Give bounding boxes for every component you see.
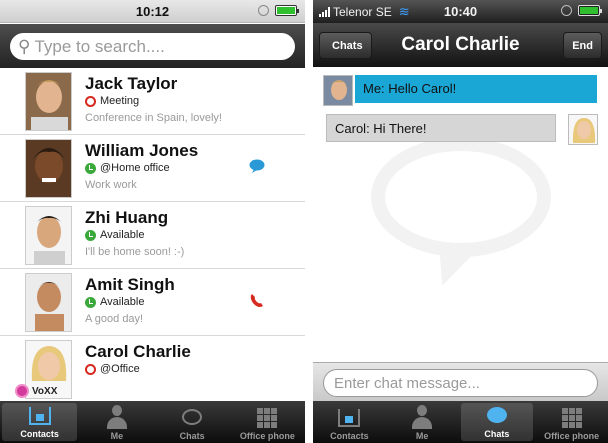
tab-label: Me — [415, 431, 429, 441]
contact-message: Work work — [85, 179, 137, 191]
battery-icon — [578, 5, 602, 16]
contact-status: Available — [100, 229, 145, 241]
tab-contacts[interactable]: Contacts — [313, 401, 386, 443]
avatar — [568, 114, 598, 145]
tab-chats[interactable]: Chats — [155, 401, 230, 443]
busy-status-icon — [85, 363, 96, 375]
status-bar: Telenor SE ≋ 10:40 — [313, 0, 608, 23]
available-status-icon — [85, 229, 96, 241]
avatar — [25, 273, 72, 332]
contact-status: Available — [100, 296, 145, 308]
contact-name: William Jones — [85, 141, 199, 160]
contact-name: Carol Charlie — [85, 342, 191, 361]
tab-contacts[interactable]: Contacts — [2, 403, 78, 441]
avatar — [323, 75, 353, 106]
voxx-logo-icon — [15, 384, 29, 398]
contacts-screen: 10:12 ⚲ Jack Taylor Mee — [0, 0, 305, 443]
contact-status: @Office — [100, 363, 140, 375]
tab-bar: Contacts Me Chats Office phone — [313, 401, 608, 443]
chat-bubble-icon[interactable] — [249, 159, 265, 178]
message-bubble: Me: Hello Carol! — [355, 75, 597, 103]
avatar — [25, 206, 72, 265]
tab-office-phone[interactable]: Office phone — [535, 401, 608, 443]
battery-icon — [275, 5, 299, 16]
tab-label: Chats — [179, 431, 205, 441]
chat-screen: Telenor SE ≋ 10:40 Chats Carol Charlie E… — [313, 0, 608, 443]
contact-status: Meeting — [100, 95, 140, 107]
tab-me[interactable]: Me — [79, 401, 154, 443]
chat-message-input[interactable] — [323, 369, 598, 397]
contact-row[interactable]: William Jones @Home office Work work — [0, 135, 305, 202]
person-icon — [411, 405, 433, 429]
tab-label: Me — [110, 431, 124, 441]
logo-text: VoXX — [32, 385, 58, 397]
tab-label: Office phone — [544, 431, 600, 441]
avatar — [25, 139, 72, 198]
contact-message: I'll be home soon! :-) — [85, 246, 185, 258]
contact-row[interactable]: Zhi Huang Available I'll be home soon! :… — [0, 202, 305, 269]
search-input[interactable] — [34, 36, 265, 57]
search-icon: ⚲ — [18, 36, 31, 56]
keypad-icon — [561, 408, 582, 428]
contact-name: Zhi Huang — [85, 208, 169, 227]
status-bar: 10:12 — [0, 0, 305, 23]
end-button[interactable]: End — [563, 32, 602, 59]
tab-bar: Contacts Me Chats Office phone — [0, 401, 305, 443]
contacts-icon — [28, 407, 51, 425]
chat-icon — [182, 409, 203, 425]
tab-chats[interactable]: Chats — [460, 403, 534, 441]
message-row: Me: Hello Carol! — [323, 75, 597, 106]
message-bubble: Carol: Hi There! — [326, 114, 556, 142]
tab-label: Chats — [484, 429, 510, 439]
message-row: Carol: Hi There! — [326, 114, 598, 145]
search-bar: ⚲ — [0, 24, 305, 68]
tab-label: Contacts — [20, 429, 59, 439]
contacts-icon — [338, 409, 361, 427]
rotation-lock-icon — [258, 5, 269, 16]
person-icon — [106, 405, 128, 429]
message-input-bar — [313, 362, 608, 402]
contact-message: Conference in Spain, lovely! — [85, 112, 222, 124]
contact-status: @Home office — [100, 162, 170, 174]
tab-label: Office phone — [239, 431, 295, 441]
divider — [305, 0, 313, 443]
contact-name: Amit Singh — [85, 275, 175, 294]
contact-row[interactable]: Amit Singh Available A good day! — [0, 269, 305, 336]
busy-status-icon — [85, 95, 96, 107]
watermark-bubble-icon — [371, 137, 551, 257]
voxx-logo: VoXX — [15, 384, 57, 398]
nav-bar: Chats Carol Charlie End — [313, 23, 608, 67]
tab-label: Contacts — [330, 431, 369, 441]
contact-name: Jack Taylor — [85, 74, 178, 93]
chat-area: Me: Hello Carol! Carol: Hi There! — [313, 67, 608, 362]
chat-icon — [486, 407, 507, 423]
contact-row[interactable]: Jack Taylor Meeting Conference in Spain,… — [0, 68, 305, 135]
keypad-icon — [257, 408, 278, 428]
search-field[interactable]: ⚲ — [10, 33, 295, 60]
tab-me[interactable]: Me — [386, 401, 459, 443]
available-status-icon — [85, 296, 96, 308]
available-status-icon — [85, 162, 96, 174]
tab-office-phone[interactable]: Office phone — [230, 401, 305, 443]
contact-message: A good day! — [85, 313, 144, 325]
contact-list: Jack Taylor Meeting Conference in Spain,… — [0, 68, 305, 402]
avatar — [25, 72, 72, 131]
phone-icon[interactable] — [249, 293, 265, 314]
rotation-lock-icon — [561, 5, 572, 16]
